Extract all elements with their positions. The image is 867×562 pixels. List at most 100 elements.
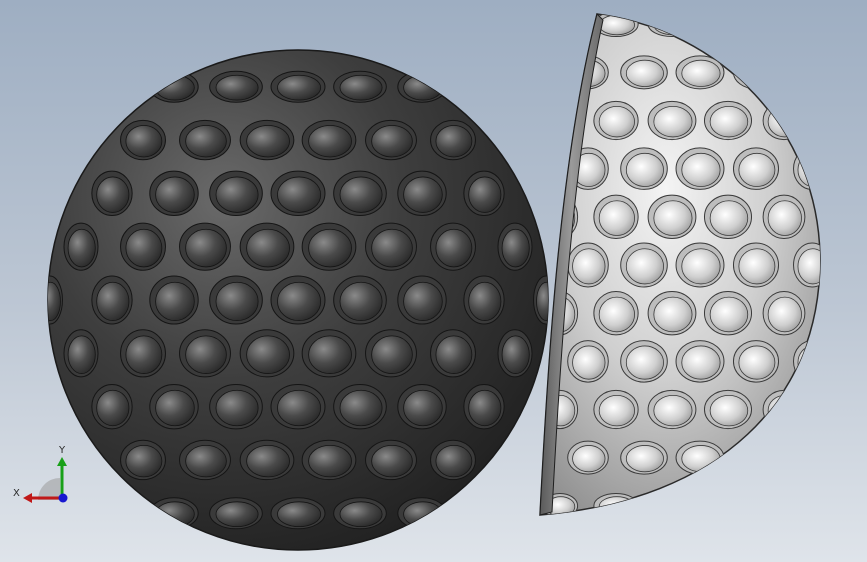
dimple [620,340,668,383]
dimple [593,100,639,141]
x-axis-arrow [23,493,32,503]
dimple [497,222,533,271]
dimple [430,329,476,378]
dimple [149,383,199,430]
dimple [149,70,199,103]
reference-triad: Y X [13,445,68,503]
dimple [430,222,476,271]
dimple [63,222,99,271]
dimple [239,439,295,481]
dimple [120,439,166,481]
dimple [179,329,231,378]
dimple [179,222,231,271]
dimple [463,383,505,430]
dimple [647,290,697,336]
dimple [301,439,357,481]
dimple [856,243,867,287]
dimple [365,222,417,271]
dimple [703,290,753,336]
dimple [540,55,547,90]
dimple [209,383,263,430]
dimple [762,290,806,336]
dimple [620,242,668,288]
dimple [675,340,725,383]
dimple [333,275,387,325]
z-axis-dot [58,493,68,503]
dimple [209,70,263,103]
dimple [48,275,63,325]
dimple [732,55,780,90]
dimple [825,493,855,518]
dimple [762,492,806,515]
dimple [675,147,725,190]
dimple [620,55,668,90]
dimple [732,147,780,190]
dimple [647,14,697,38]
dimple [397,170,447,217]
dimple [647,492,697,515]
dimple [825,12,855,37]
dimple [91,275,133,325]
dimple [397,70,447,103]
graphics-viewport[interactable]: Y X [0,0,867,562]
dimple [492,12,516,37]
dimple [793,340,820,383]
dimple [825,291,855,334]
dimple [270,383,326,430]
dimple [179,439,231,481]
dimple [703,194,753,240]
dimple [120,329,166,378]
dimple [732,340,780,383]
dimple [647,389,697,430]
dimple [703,389,753,430]
dark-golf-ball[interactable] [38,49,559,551]
dimple [239,329,295,378]
dimple [333,383,387,430]
dimple [825,101,855,139]
dimple [620,147,668,190]
dimple [209,170,263,217]
dimple [856,148,867,190]
dimple [149,497,199,530]
dimple [397,383,447,430]
dimple [593,194,639,240]
dimple [333,170,387,217]
dimple [463,170,505,217]
dimple [497,329,533,378]
dimple [567,340,609,383]
dimple [270,70,326,103]
dimple [301,222,357,271]
dimple [209,497,263,530]
dimple [91,170,133,217]
y-axis-arrow [57,457,67,466]
dimple [270,275,326,325]
x-axis-label: X [13,488,20,499]
dimple [825,195,855,238]
dimple [762,389,806,430]
dimple [762,194,806,240]
dimple [492,493,516,518]
dimple [464,56,488,89]
dimple [703,492,753,515]
dimple [793,147,820,190]
dimple [647,194,697,240]
dimple [593,492,639,515]
dimple [703,100,753,141]
dimple [120,222,166,271]
dimple [239,222,295,271]
dimple [703,14,753,38]
model-scene[interactable] [0,0,867,562]
dimple [647,100,697,141]
dimple [365,439,417,481]
dimple [567,440,609,475]
dimple [675,242,725,288]
dimple [63,329,99,378]
dimple [333,70,387,103]
dimple [179,119,231,161]
dimple [732,242,780,288]
dimple [793,242,820,288]
dimple [762,14,806,38]
dimple [91,383,133,430]
dimple [149,275,199,325]
dimple [856,341,867,383]
